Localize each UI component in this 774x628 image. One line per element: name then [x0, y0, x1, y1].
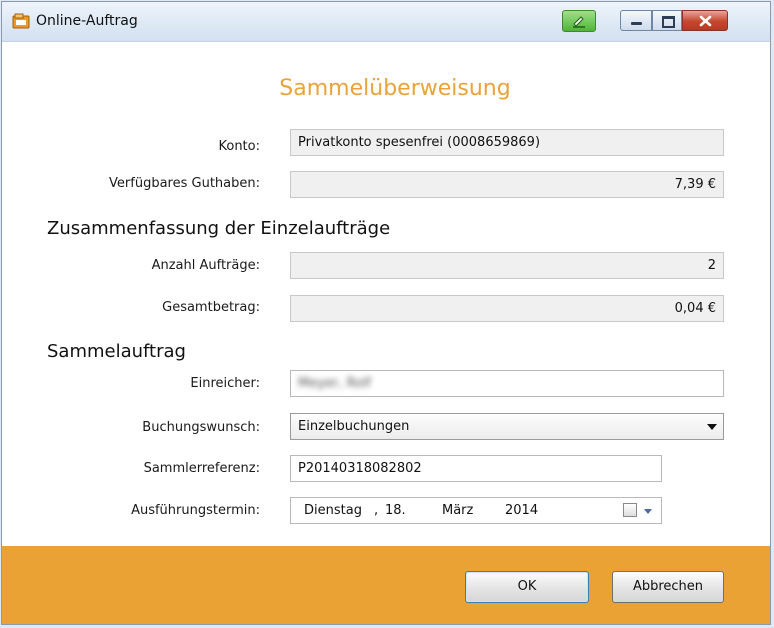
order-heading: Sammelauftrag [47, 341, 186, 362]
calendar-icon[interactable] [623, 503, 637, 517]
buchung-selected-value: Einzelbuchungen [298, 419, 410, 434]
termin-label: Ausführungstermin: [131, 503, 260, 518]
anzahl-label: Anzahl Aufträge: [151, 258, 260, 273]
dialog-content: Sammelüberweisung Konto: Privatkonto spe… [2, 42, 770, 546]
maximize-icon [662, 16, 675, 28]
dropdown-arrow-icon [707, 424, 717, 430]
dialog-window: Online-Auftrag Sammelüberweisung Konto: … [1, 1, 771, 625]
buchung-select[interactable]: Einzelbuchungen [290, 413, 724, 440]
konto-label: Konto: [218, 139, 260, 154]
date-day[interactable]: 18. [385, 503, 406, 518]
referenz-label: Sammlerreferenz: [143, 461, 260, 476]
app-icon [12, 13, 30, 29]
anzahl-field: 2 [290, 252, 724, 279]
close-icon [699, 15, 712, 27]
ok-button[interactable]: OK [465, 571, 589, 603]
guthaben-label: Verfügbares Guthaben: [109, 176, 260, 191]
date-weekday[interactable]: Dienstag [304, 503, 362, 518]
page-title: Sammelüberweisung [279, 76, 511, 101]
date-year[interactable]: 2014 [505, 503, 538, 518]
date-month[interactable]: März [442, 503, 473, 518]
calendar-dropdown-icon[interactable] [644, 509, 652, 514]
date-separator: , [374, 503, 379, 518]
gesamt-field: 0,04 € [290, 295, 724, 322]
gesamt-label: Gesamtbetrag: [162, 300, 260, 315]
cancel-button[interactable]: Abbrechen [612, 571, 724, 603]
buchung-label: Buchungswunsch: [142, 420, 260, 435]
close-button[interactable] [682, 10, 728, 31]
referenz-input[interactable]: P20140318082802 [290, 455, 662, 482]
maximize-button[interactable] [652, 10, 682, 31]
einreicher-input[interactable]: Meyer, Rolf [290, 370, 724, 397]
title-bar[interactable]: Online-Auftrag [2, 2, 770, 42]
einreicher-label: Einreicher: [190, 376, 260, 391]
pencil-icon [573, 16, 585, 28]
edit-button[interactable] [562, 10, 596, 32]
termin-datepicker[interactable]: Dienstag , 18. März 2014 [290, 497, 662, 524]
konto-field: Privatkonto spesenfrei (0008659869) [290, 129, 724, 156]
minimize-button[interactable] [620, 10, 652, 31]
window-title: Online-Auftrag [36, 13, 138, 29]
einreicher-value: Meyer, Rolf [298, 376, 372, 391]
button-bar: OK Abbrechen [2, 546, 770, 624]
minimize-icon [631, 22, 642, 25]
guthaben-field: 7,39 € [290, 171, 724, 198]
summary-heading: Zusammenfassung der Einzelaufträge [47, 218, 391, 239]
